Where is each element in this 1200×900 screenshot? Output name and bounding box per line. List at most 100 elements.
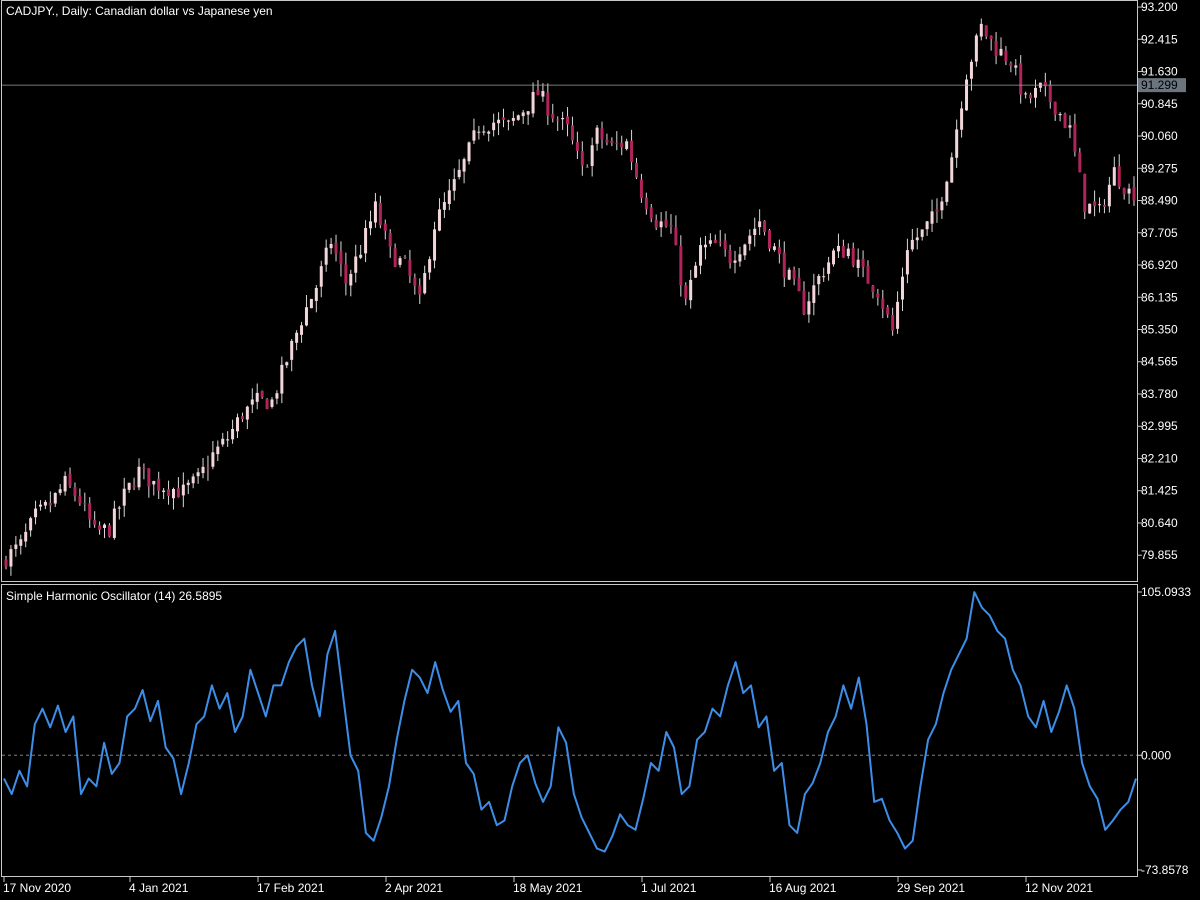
candle-body: [812, 285, 816, 303]
candle-body: [891, 314, 895, 331]
time-label: 2 Apr 2021: [385, 881, 443, 895]
price-label: 88.490: [1141, 194, 1178, 208]
candle-body: [659, 221, 663, 228]
candle-body: [767, 230, 771, 249]
candle-body: [664, 219, 668, 227]
chart-background: [0, 0, 1200, 900]
candle-body: [1058, 114, 1062, 116]
candle-body: [575, 142, 579, 151]
candle-body: [1098, 204, 1102, 206]
candle-body: [206, 467, 210, 469]
candle-body: [19, 539, 23, 546]
candle-body: [83, 503, 87, 505]
candle-body: [373, 201, 377, 223]
candle-body: [354, 256, 358, 273]
candle-body: [945, 181, 949, 202]
candle-body: [4, 559, 8, 567]
candle-body: [787, 269, 791, 280]
candle-body: [24, 531, 28, 542]
candle-body: [344, 264, 348, 284]
candle-body: [866, 265, 870, 284]
candle-body: [733, 260, 737, 263]
time-label: 4 Jan 2021: [129, 881, 189, 895]
candle-body: [38, 504, 42, 507]
candle-body: [1014, 65, 1018, 68]
candle-body: [925, 221, 929, 230]
candle-body: [98, 525, 102, 530]
candle-body: [428, 259, 432, 273]
candle-body: [334, 242, 338, 254]
candle-body: [1019, 63, 1023, 95]
candle-body: [580, 151, 584, 166]
candle-body: [935, 209, 939, 212]
price-label: 79.855: [1141, 548, 1178, 562]
price-label: 87.705: [1141, 226, 1178, 240]
candle-body: [511, 117, 515, 121]
candle-body: [1093, 201, 1097, 207]
candle-body: [792, 269, 796, 279]
candle-body: [442, 202, 446, 210]
candle-body: [546, 92, 550, 116]
candle-body: [718, 242, 722, 244]
candle-body: [275, 393, 279, 399]
candle-body: [526, 111, 530, 115]
candle-body: [221, 438, 225, 445]
candle-body: [112, 508, 116, 538]
candle-body: [117, 507, 121, 509]
candle-body: [1063, 113, 1067, 128]
candle-body: [226, 439, 230, 441]
candle-body: [418, 285, 422, 295]
candle-body: [58, 489, 62, 493]
candle-body: [147, 468, 151, 487]
candle-body: [403, 257, 407, 259]
candle-body: [29, 518, 33, 531]
candle-body: [679, 245, 683, 286]
candle-body: [487, 131, 491, 134]
candle-body: [639, 179, 643, 199]
candle-body: [871, 285, 875, 292]
candle-body: [782, 252, 786, 278]
candle-body: [437, 209, 441, 231]
candle-body: [216, 446, 220, 455]
candle-body: [570, 125, 574, 141]
candle-body: [176, 488, 180, 498]
candle-body: [694, 265, 698, 278]
candle-body: [758, 221, 762, 228]
price-label: 86.135: [1141, 290, 1178, 304]
candle-body: [34, 508, 38, 518]
candle-body: [551, 113, 555, 119]
candle-body: [600, 128, 604, 140]
candle-body: [359, 254, 363, 258]
candle-body: [167, 489, 171, 496]
candle-body: [280, 364, 284, 394]
candle-body: [634, 162, 638, 178]
candle-body: [339, 251, 343, 265]
candle-body: [48, 502, 52, 506]
candle-body: [960, 108, 964, 130]
candle-body: [211, 452, 215, 467]
candle-body: [861, 258, 865, 267]
candle-body: [590, 145, 594, 166]
candle-body: [620, 142, 624, 148]
candle-body: [940, 201, 944, 211]
candle-body: [73, 487, 77, 497]
time-label: 12 Nov 2021: [1025, 881, 1093, 895]
candle-body: [1053, 101, 1057, 115]
candle-body: [157, 478, 161, 491]
candle-body: [1004, 50, 1008, 62]
candle-body: [772, 246, 776, 250]
candle-body: [836, 245, 840, 252]
price-label: 85.350: [1141, 322, 1178, 336]
candle-body: [531, 91, 535, 114]
candle-body: [832, 250, 836, 265]
candle-body: [699, 245, 703, 266]
candle-body: [910, 239, 914, 250]
candle-body: [881, 298, 885, 309]
candle-body: [684, 285, 688, 299]
candle-body: [965, 79, 969, 111]
trading-chart[interactable]: 93.200 92.415 91.630 90.845 90.060 89.275 88.4…: [0, 0, 1200, 900]
candle-body: [536, 89, 540, 96]
candle-body: [88, 503, 92, 520]
candle-body: [467, 142, 471, 162]
candle-body: [285, 362, 289, 366]
